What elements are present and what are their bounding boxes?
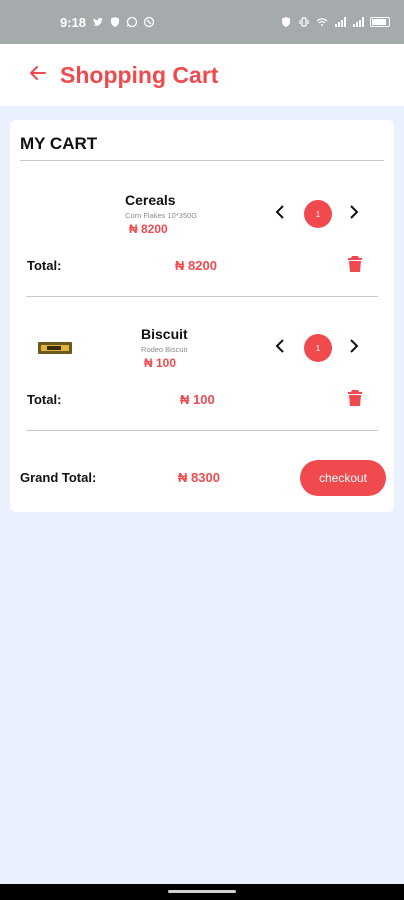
- item-name: Biscuit: [141, 326, 188, 342]
- quantity-badge: 1: [304, 334, 332, 362]
- chevron-left-icon: [274, 338, 286, 358]
- decrease-quantity-button[interactable]: [270, 338, 290, 358]
- item-description: Rodeo Biscuit: [141, 345, 188, 354]
- status-time: 9:18: [60, 14, 87, 30]
- twitter-icon: [92, 16, 104, 28]
- item-price: ₦ 100: [144, 356, 177, 370]
- product-image: [38, 341, 72, 355]
- trash-icon: [347, 389, 363, 412]
- quantity-badge: 1: [304, 200, 332, 228]
- checkout-button[interactable]: checkout: [300, 460, 386, 496]
- vpn-icon: [143, 16, 155, 28]
- back-button[interactable]: [24, 61, 52, 89]
- divider: [26, 296, 378, 297]
- divider: [26, 430, 378, 431]
- item-name: Cereals: [125, 192, 176, 208]
- cart-card: MY CART Cereals Corn Flakes 10*350G ₦ 82…: [10, 120, 394, 512]
- vibrate-icon: [298, 16, 310, 28]
- divider: [20, 160, 384, 161]
- item-price: ₦ 8200: [129, 222, 168, 236]
- trash-icon: [347, 255, 363, 278]
- delete-item-button[interactable]: [345, 389, 365, 412]
- shield-icon: [109, 16, 121, 28]
- grand-total-value: ₦ 8300: [178, 470, 220, 485]
- grand-total-label: Grand Total:: [20, 470, 97, 485]
- item-total-label: Total:: [27, 392, 62, 407]
- delete-item-button[interactable]: [345, 255, 365, 278]
- signal-icon-2: [352, 16, 364, 28]
- home-gesture-handle[interactable]: [168, 890, 236, 893]
- battery-icon: [370, 17, 390, 27]
- wifi-icon: [316, 16, 328, 28]
- increase-quantity-button[interactable]: [344, 204, 364, 224]
- chevron-left-icon: [274, 204, 286, 224]
- whatsapp-icon: [126, 16, 138, 28]
- decrease-quantity-button[interactable]: [270, 204, 290, 224]
- item-description: Corn Flakes 10*350G: [125, 211, 198, 220]
- status-system-icons: [280, 16, 390, 28]
- increase-quantity-button[interactable]: [344, 338, 364, 358]
- status-bar: 9:18: [0, 0, 404, 44]
- page-title: Shopping Cart: [60, 61, 219, 88]
- signal-icon: [334, 16, 346, 28]
- arrow-left-icon: [28, 63, 48, 88]
- app-bar: Shopping Cart: [0, 44, 404, 106]
- chevron-right-icon: [348, 338, 360, 358]
- item-total-label: Total:: [27, 258, 62, 273]
- status-notification-icons: [92, 16, 155, 28]
- item-total-value: ₦ 100: [180, 392, 215, 407]
- navigation-bar: [0, 884, 404, 900]
- cart-title: MY CART: [20, 134, 98, 153]
- item-total-value: ₦ 8200: [175, 258, 217, 273]
- chevron-right-icon: [348, 204, 360, 224]
- security-icon: [280, 16, 292, 28]
